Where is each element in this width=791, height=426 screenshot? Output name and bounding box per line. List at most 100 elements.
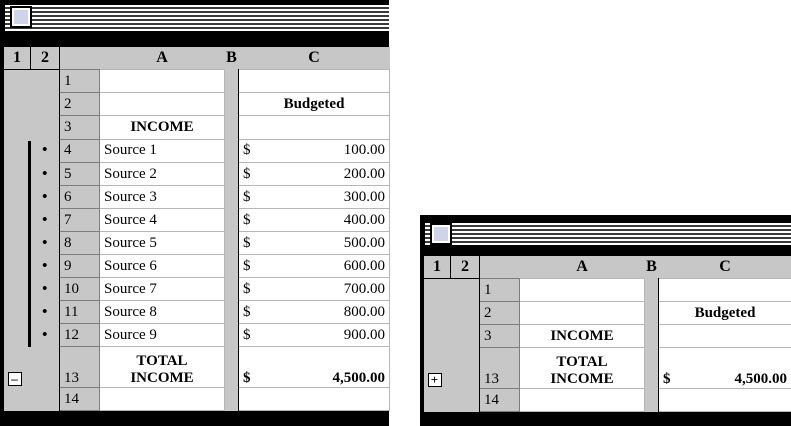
cell-b[interactable] xyxy=(644,301,659,325)
cell-a[interactable]: Source 5 xyxy=(99,231,225,255)
cell-a[interactable]: Source 8 xyxy=(99,300,225,324)
row-header[interactable]: 10 xyxy=(59,277,100,301)
cell-c[interactable]: $4,500.00 xyxy=(238,346,390,388)
cell-a[interactable] xyxy=(519,301,645,325)
outline-level-2-button[interactable]: 2 xyxy=(30,46,60,70)
outline-level-1-button[interactable]: 1 xyxy=(423,255,451,279)
select-all-corner[interactable] xyxy=(59,46,100,70)
row-header[interactable]: 1 xyxy=(59,69,100,93)
outline-bracket-column: – xyxy=(3,346,31,388)
cell-b[interactable] xyxy=(224,254,239,278)
close-box-icon[interactable] xyxy=(430,223,452,245)
cell-a[interactable]: Source 4 xyxy=(99,208,225,232)
cell-b[interactable] xyxy=(224,115,239,139)
row-header[interactable]: 14 xyxy=(59,387,100,411)
row-header[interactable]: 7 xyxy=(59,208,100,232)
cell-b[interactable] xyxy=(224,69,239,93)
outline-level-1-button[interactable]: 1 xyxy=(3,46,31,70)
cell-a[interactable] xyxy=(99,69,225,93)
cell-a[interactable] xyxy=(99,387,225,411)
row-header[interactable]: 13 xyxy=(59,346,100,388)
cell-a[interactable]: TOTAL INCOME xyxy=(519,347,645,389)
cell-b[interactable] xyxy=(644,278,659,302)
cell-b[interactable] xyxy=(224,300,239,324)
cell-c[interactable] xyxy=(658,324,791,348)
cell-a[interactable]: Source 6 xyxy=(99,254,225,278)
cell-a[interactable]: Source 2 xyxy=(99,162,225,186)
column-header-b[interactable]: B xyxy=(644,255,659,279)
title-bar-stripes xyxy=(425,223,791,245)
row-header[interactable]: 13 xyxy=(479,347,520,389)
row-header[interactable]: 6 xyxy=(59,185,100,209)
cell-b[interactable] xyxy=(644,347,659,389)
cell-b[interactable] xyxy=(224,346,239,388)
cell-c[interactable] xyxy=(238,69,390,93)
cell-b[interactable] xyxy=(224,162,239,186)
cell-a[interactable] xyxy=(519,278,645,302)
column-header-a[interactable]: A xyxy=(99,46,225,70)
select-all-corner[interactable] xyxy=(479,255,520,279)
grid-rows: 1 2 Budgeted 3 INCOME +13 TOTAL INCOME $4,500.00… xyxy=(423,278,791,412)
cell-c[interactable]: $700.00 xyxy=(238,277,390,301)
cell-b[interactable] xyxy=(224,277,239,301)
cell-c[interactable]: $500.00 xyxy=(238,231,390,255)
cell-c[interactable] xyxy=(238,387,390,411)
cell-c[interactable]: $900.00 xyxy=(238,323,390,347)
title-bar[interactable] xyxy=(0,0,389,34)
cell-a[interactable]: Source 9 xyxy=(99,323,225,347)
cell-c[interactable] xyxy=(658,388,791,412)
cell-b[interactable] xyxy=(224,139,239,163)
cell-c[interactable]: $4,500.00 xyxy=(658,347,791,389)
row-header[interactable]: 14 xyxy=(479,388,520,412)
row-header[interactable]: 8 xyxy=(59,231,100,255)
cell-c[interactable]: Budgeted xyxy=(658,301,791,325)
cell-c[interactable] xyxy=(238,115,390,140)
collapse-group-button[interactable]: – xyxy=(7,371,22,386)
cell-a[interactable]: Source 3 xyxy=(99,185,225,209)
cell-b[interactable] xyxy=(224,92,239,116)
title-bar[interactable] xyxy=(420,215,791,245)
cell-a[interactable]: TOTAL INCOME xyxy=(99,346,225,388)
row-header[interactable]: 2 xyxy=(59,92,100,116)
cell-b[interactable] xyxy=(224,208,239,232)
cell-c[interactable]: $600.00 xyxy=(238,254,390,278)
cell-b[interactable] xyxy=(224,185,239,209)
outline-level-2-button[interactable]: 2 xyxy=(450,255,480,279)
row-header[interactable]: 3 xyxy=(59,115,100,140)
cell-c[interactable] xyxy=(658,278,791,302)
column-header-c[interactable]: C xyxy=(238,46,390,70)
cell-b[interactable] xyxy=(224,323,239,347)
cell-b[interactable] xyxy=(224,387,239,411)
cell-a[interactable]: Source 7 xyxy=(99,277,225,301)
column-header-b[interactable]: B xyxy=(224,46,239,70)
cell-a[interactable]: INCOME xyxy=(519,324,645,348)
cell-a[interactable] xyxy=(519,388,645,412)
cell-b[interactable] xyxy=(224,231,239,255)
column-header-a[interactable]: A xyxy=(519,255,645,279)
cell-c[interactable]: $200.00 xyxy=(238,162,390,186)
row-header[interactable]: 3 xyxy=(479,324,520,348)
close-box-icon[interactable] xyxy=(10,6,32,28)
cell-c[interactable]: Budgeted xyxy=(238,92,390,116)
row-header[interactable]: 5 xyxy=(59,162,100,186)
cell-b[interactable] xyxy=(644,388,659,412)
cell-b[interactable] xyxy=(644,324,659,348)
spreadsheet-grid: 1 2 A B C 1 2 Budgeted 3 INCOME +13 TOTAL INCOM… xyxy=(423,255,791,412)
row-header[interactable]: 4 xyxy=(59,138,100,163)
row-header[interactable]: 11 xyxy=(59,300,100,324)
cell-a[interactable]: INCOME xyxy=(99,115,225,140)
cell-c[interactable]: $400.00 xyxy=(238,208,390,232)
outline-bracket-column xyxy=(3,208,31,232)
row-header[interactable]: 2 xyxy=(479,301,520,325)
cell-c[interactable]: $100.00 xyxy=(238,138,390,163)
expand-group-button[interactable]: + xyxy=(427,372,442,387)
row-header[interactable]: 12 xyxy=(59,323,100,347)
cell-a[interactable]: Source 1 xyxy=(99,138,225,163)
grid-rows: 1 2 Budgeted 3 INCOME • 4 Source 1 $100.00 • 5 Sour… xyxy=(3,69,390,411)
row-header[interactable]: 9 xyxy=(59,254,100,278)
column-header-c[interactable]: C xyxy=(658,255,791,279)
cell-c[interactable]: $800.00 xyxy=(238,300,390,324)
cell-c[interactable]: $300.00 xyxy=(238,185,390,209)
row-header[interactable]: 1 xyxy=(479,278,520,302)
cell-a[interactable] xyxy=(99,92,225,116)
